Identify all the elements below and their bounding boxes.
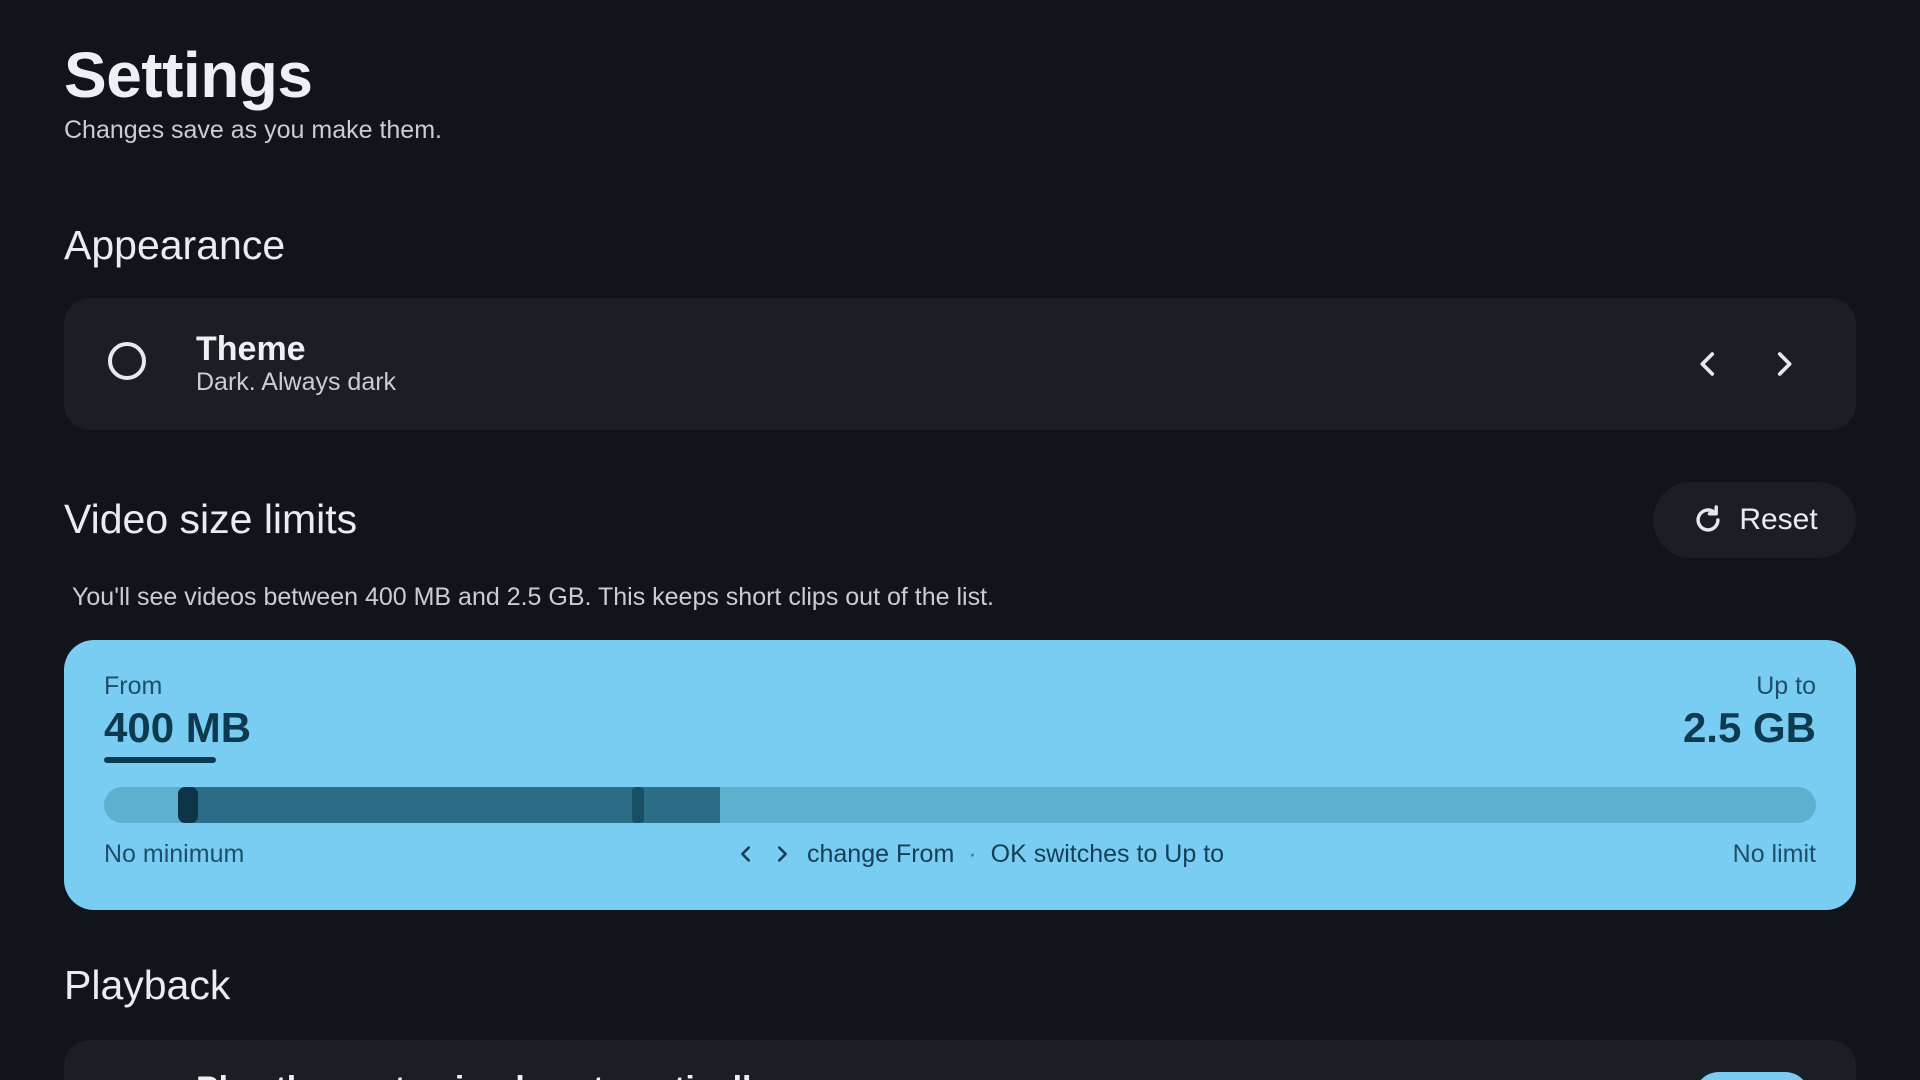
theme-next-button[interactable] <box>1756 336 1812 392</box>
autoplay-toggle[interactable] <box>1694 1072 1810 1080</box>
up-to-value: 2.5 GB <box>1682 704 1816 751</box>
size-range-slider-card[interactable]: From 400 MB Up to 2.5 GB No minimum chan… <box>64 640 1856 910</box>
refresh-icon <box>1696 505 1720 532</box>
playback-setting-row[interactable]: Play the next episode automatically <box>64 1040 1856 1080</box>
from-value: 400 MB <box>104 704 252 751</box>
chevron-left-icon <box>1700 352 1715 376</box>
hint-ok-switch: OK switches to Up to <box>990 839 1225 868</box>
section-title-playback: Playback <box>64 962 231 1008</box>
page-title: Settings <box>64 39 313 111</box>
autoplay-title: Play the next episode automatically <box>196 1070 770 1080</box>
hint-separator: · <box>968 839 977 868</box>
hint-change-from: change From <box>807 839 955 868</box>
reset-label: Reset <box>1739 503 1818 536</box>
up-to-label: Up to <box>1756 672 1816 700</box>
theme-setting-row[interactable]: Theme Dark. Always dark <box>64 298 1856 430</box>
chevron-right-icon <box>777 846 787 862</box>
theme-previous-button[interactable] <box>1680 336 1736 392</box>
theme-value: Dark. Always dark <box>196 368 397 396</box>
page-subtitle: Changes save as you make them. <box>64 116 442 144</box>
chevron-left-icon <box>741 846 751 862</box>
reset-button[interactable]: Reset <box>1653 482 1856 558</box>
no-minimum-label: No minimum <box>104 840 245 868</box>
settings-page: Settings Changes save as you make them. … <box>0 0 1920 1080</box>
from-focus-indicator <box>104 757 216 763</box>
theme-title: Theme <box>196 330 306 368</box>
slider-key-hint: change From · OK switches to Up to <box>735 836 1224 872</box>
up-to-slider-handle[interactable] <box>632 787 644 823</box>
size-range-track[interactable] <box>104 787 1816 823</box>
radio-unchecked-icon <box>108 342 146 380</box>
size-range-description: You'll see videos between 400 MB and 2.5… <box>72 583 994 611</box>
section-title-video-size: Video size limits <box>64 496 358 542</box>
from-label: From <box>104 672 163 700</box>
section-title-appearance: Appearance <box>64 222 286 268</box>
chevron-right-icon <box>1777 352 1792 376</box>
from-slider-handle[interactable] <box>178 787 198 823</box>
no-limit-label: No limit <box>1732 840 1816 868</box>
slider-hint-row: No minimum change From · OK switches to … <box>64 836 1856 872</box>
